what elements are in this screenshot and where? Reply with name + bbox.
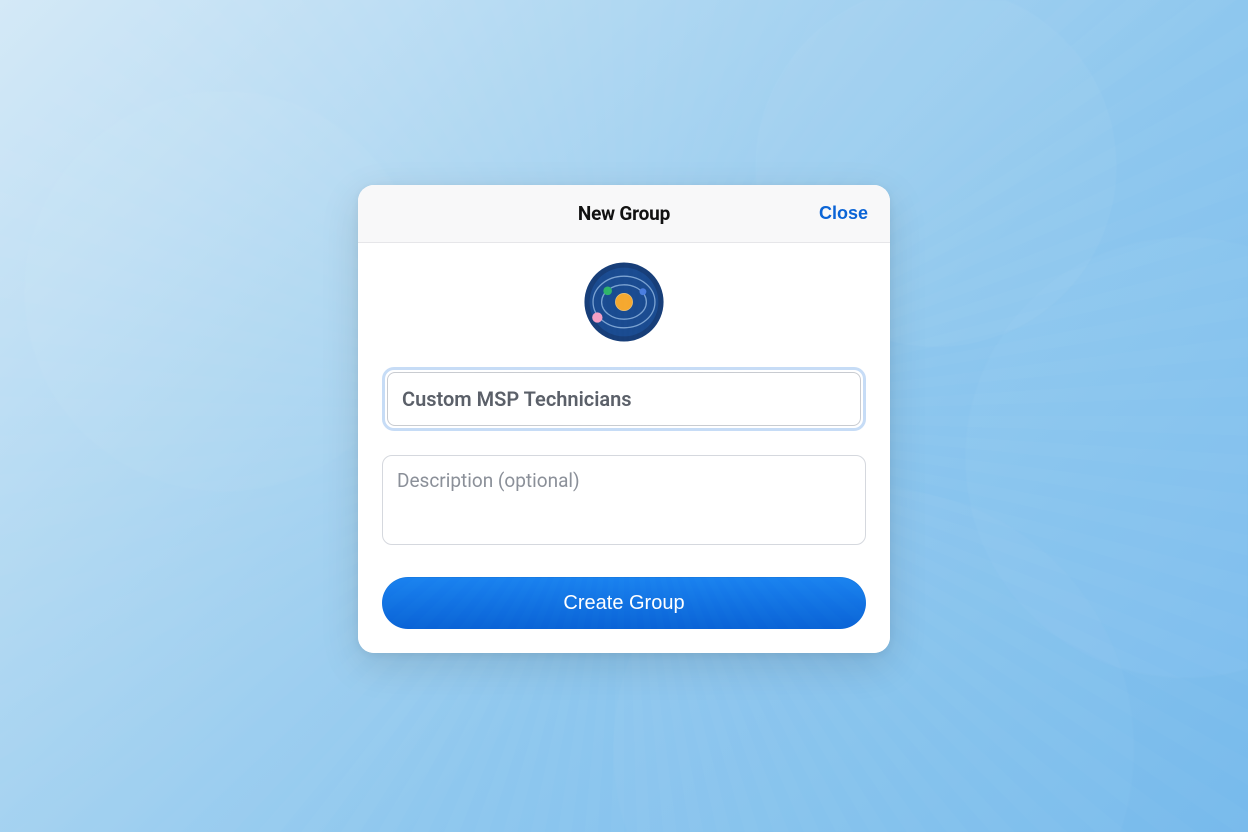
- close-button[interactable]: Close: [819, 203, 868, 224]
- create-group-button[interactable]: Create Group: [382, 577, 866, 629]
- modal-body: Create Group: [358, 243, 890, 653]
- modal-title: New Group: [578, 202, 670, 225]
- group-icon-container: [382, 259, 866, 345]
- group-name-input[interactable]: [387, 372, 861, 426]
- page-background: New Group Close: [0, 0, 1248, 832]
- group-description-input[interactable]: [382, 455, 866, 545]
- orbit-group-icon: [581, 259, 667, 345]
- group-name-focus-ring: [382, 367, 866, 431]
- new-group-modal: New Group Close: [358, 185, 890, 653]
- modal-header: New Group Close: [358, 185, 890, 243]
